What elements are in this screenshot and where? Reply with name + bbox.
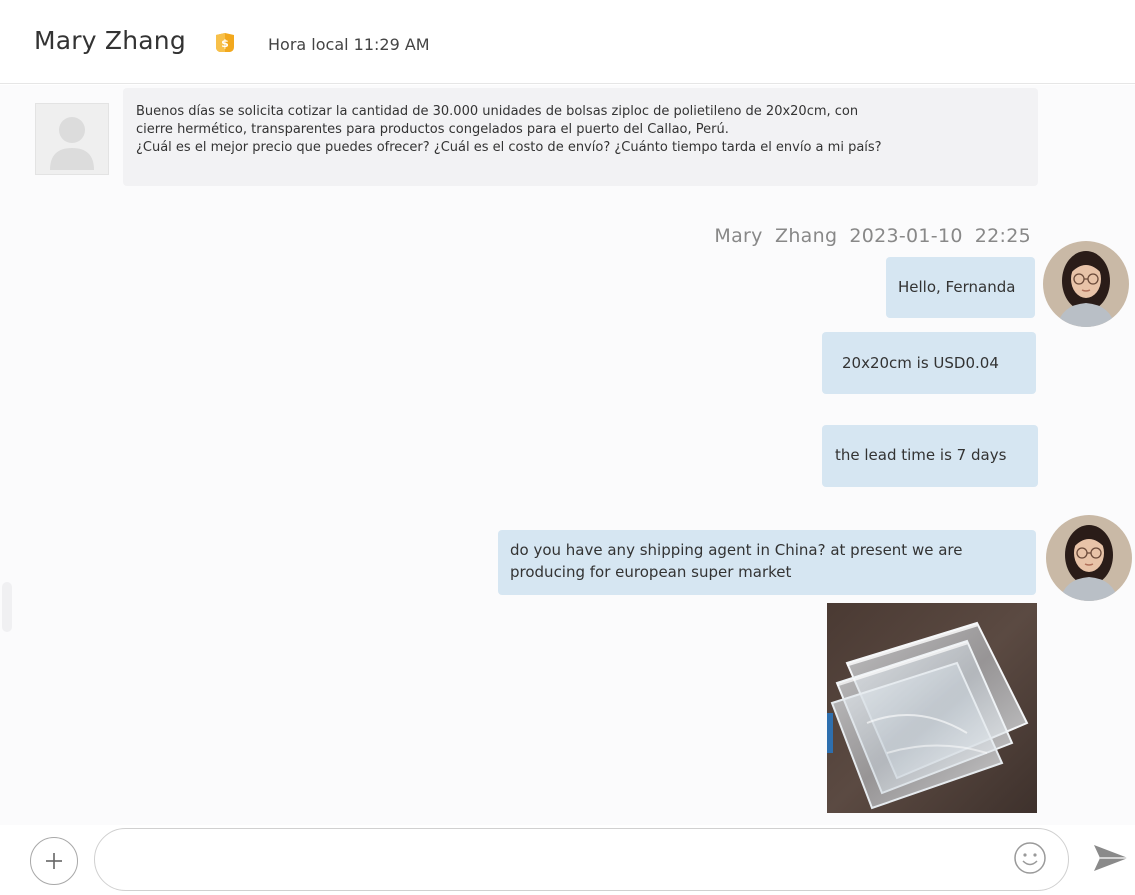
svg-text:$: $ bbox=[221, 37, 229, 50]
smiley-icon[interactable] bbox=[1013, 841, 1047, 875]
incoming-message-bubble[interactable]: Buenos días se solicita cotizar la canti… bbox=[123, 88, 1038, 186]
chat-header: Mary Zhang $ Hora local 11:29 AM bbox=[0, 0, 1135, 84]
incoming-message-line: cierre hermético, transparentes para pro… bbox=[136, 122, 729, 137]
composer-bar bbox=[0, 825, 1135, 895]
outgoing-message-bubble[interactable]: Hello, Fernanda bbox=[886, 257, 1035, 318]
sender-name: Mary Zhang bbox=[714, 225, 838, 247]
outgoing-message-text: 20x20cm is USD0.04 bbox=[842, 354, 999, 372]
send-icon[interactable] bbox=[1092, 842, 1130, 874]
seller-avatar[interactable] bbox=[1046, 515, 1132, 601]
contact-name[interactable]: Mary Zhang bbox=[34, 26, 186, 55]
buyer-avatar-placeholder-icon[interactable] bbox=[35, 103, 109, 175]
seller-avatar[interactable] bbox=[1043, 241, 1129, 327]
product-photo-ziploc-bags[interactable] bbox=[827, 603, 1037, 813]
message-meta: Mary Zhang 2023-01-10 22:25 bbox=[714, 225, 1031, 247]
outgoing-message-text: the lead time is 7 days bbox=[835, 446, 1007, 464]
message-time: 22:25 bbox=[974, 225, 1031, 247]
local-time: Hora local 11:29 AM bbox=[268, 35, 430, 54]
verified-shield-icon: $ bbox=[213, 31, 237, 55]
scrollbar-thumb[interactable] bbox=[2, 582, 12, 632]
outgoing-message-line: do you have any shipping agent in China?… bbox=[510, 541, 963, 559]
scrollbar[interactable] bbox=[0, 85, 16, 825]
outgoing-message-bubble[interactable]: the lead time is 7 days bbox=[822, 425, 1038, 487]
plus-icon[interactable] bbox=[30, 837, 78, 885]
message-list[interactable]: Buenos días se solicita cotizar la canti… bbox=[0, 85, 1135, 825]
incoming-message-line: ¿Cuál es el mejor precio que puedes ofre… bbox=[136, 140, 882, 155]
incoming-message-line: Buenos días se solicita cotizar la canti… bbox=[136, 104, 859, 119]
outgoing-message-bubble[interactable]: 20x20cm is USD0.04 bbox=[822, 332, 1036, 394]
outgoing-message-bubble[interactable]: do you have any shipping agent in China?… bbox=[498, 530, 1036, 595]
outgoing-message-line: producing for european super market bbox=[510, 563, 792, 581]
message-date: 2023-01-10 bbox=[849, 225, 963, 247]
outgoing-message-text: Hello, Fernanda bbox=[898, 278, 1016, 296]
message-input[interactable] bbox=[94, 828, 1069, 891]
